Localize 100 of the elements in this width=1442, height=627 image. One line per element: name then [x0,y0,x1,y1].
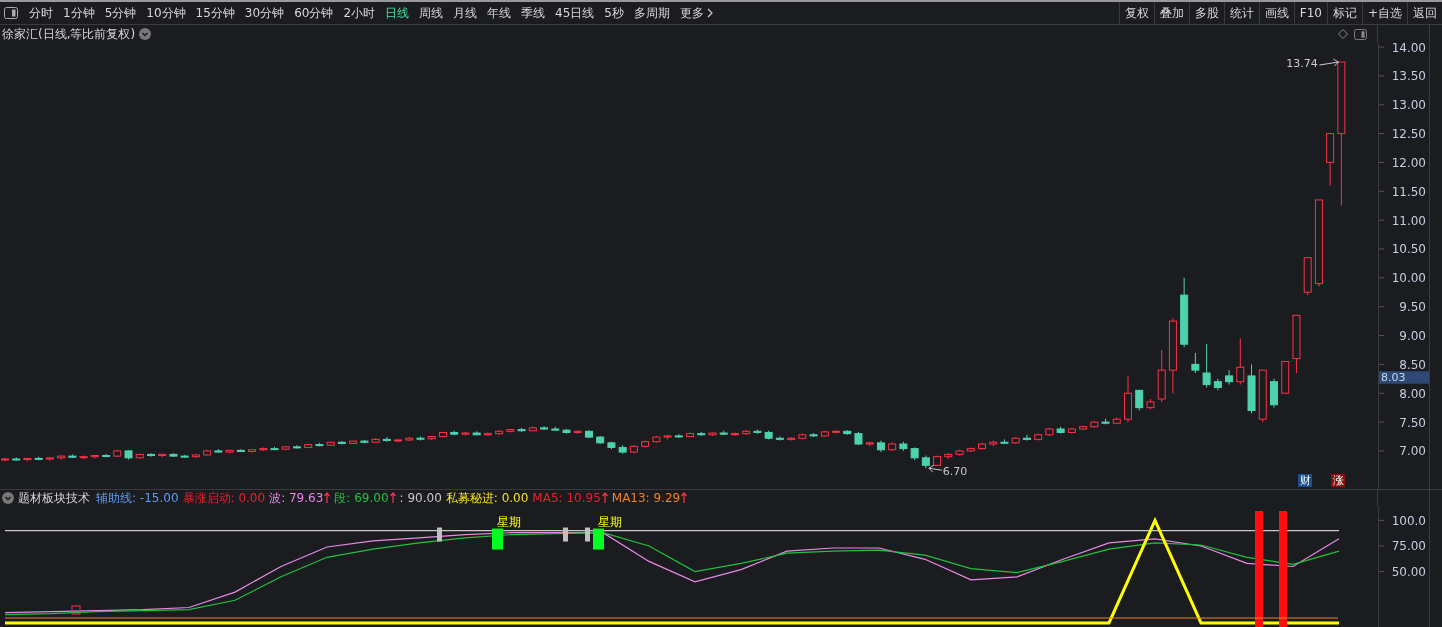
candlestick [742,429,751,436]
candlestick [113,449,122,458]
candlestick [854,431,863,446]
period-tab[interactable]: 2小时 [338,4,381,22]
candlestick [641,440,650,448]
low-price-label: 6.70 [942,465,968,479]
price-axis-label: 8.50 [1399,357,1426,372]
candlestick [483,431,492,437]
candlestick [180,454,189,459]
period-tab[interactable]: 5秒 [599,4,629,22]
period-tab[interactable]: 月线 [448,4,483,22]
candlestick [304,443,313,449]
period-tab[interactable]: 分时 [24,4,58,22]
candlestick [1056,426,1065,435]
period-tab[interactable]: 45日线 [550,4,600,22]
candlestick [933,455,942,467]
period-tab[interactable]: 年线 [482,4,517,22]
marker-badge[interactable]: 涨 [1331,474,1345,487]
period-tab[interactable]: 30分钟 [239,4,290,22]
candlestick [1090,420,1099,429]
candlestick [214,448,223,454]
current-price-tag: 8.03 [1379,371,1429,385]
candlestick [405,436,414,442]
candlestick [326,441,335,447]
candlestick [1202,343,1211,388]
dropdown-icon[interactable] [139,28,152,40]
candlestick [23,457,32,462]
candlestick [315,442,324,447]
candlestick [1281,361,1290,394]
indicator-value: : 90.00 [399,491,442,505]
candlestick [293,444,301,450]
indicator-value: 辅助线: -15.00 [96,489,179,507]
candlestick [1236,337,1245,386]
candlestick [427,435,436,441]
period-tab[interactable]: 周线 [414,4,449,22]
panel-toggle-icon[interactable] [4,7,18,19]
price-axis-label: 11.50 [1391,184,1426,199]
candlestick [798,433,807,440]
candlestick [517,427,526,433]
candlestick [147,452,155,458]
candlestick [832,429,840,435]
candlestick [1011,436,1020,445]
candlestick [697,431,706,437]
period-tab[interactable]: 60分钟 [289,4,339,22]
candlestick [191,453,200,459]
candlestick [1303,257,1312,296]
candlestick [989,440,998,447]
candlestick [573,429,582,435]
candlestick [270,446,279,451]
candlestick [1022,434,1031,442]
candlestick [730,431,739,437]
candlestick [45,456,54,462]
candlestick [203,449,212,457]
candlestick [1067,427,1076,435]
price-axis-label: 8.00 [1399,386,1426,401]
diamond-icon[interactable] [1338,29,1348,39]
candlestick [719,430,728,436]
panel-toggle-icon[interactable] [1354,28,1367,40]
candlestick [1112,416,1121,425]
candlestick [1292,314,1301,374]
candlestick [1124,375,1132,423]
indicator-value: 私募秘进: 0.00 [445,489,529,507]
candlestick [68,453,77,459]
candlestick [663,434,672,440]
candlestick [259,446,268,452]
candlestick [944,452,953,460]
candlestick [135,453,144,460]
period-tab[interactable]: 5分钟 [99,4,142,22]
candlestick [1000,438,1009,445]
period-tab[interactable]: 多周期 [628,4,675,22]
candlestick [674,433,683,439]
dropdown-icon[interactable] [2,492,14,504]
price-axis-label: 9.00 [1399,329,1426,344]
candlestick [461,431,470,436]
period-tab[interactable]: 15分钟 [190,4,240,22]
period-tab[interactable]: 10分钟 [141,4,191,22]
period-tab[interactable]: 日线 [380,4,415,22]
more-tab[interactable]: 更多 [674,4,709,22]
candlestick [90,454,99,459]
period-tab[interactable]: 1分钟 [58,4,100,22]
candlestick [1034,433,1043,442]
leader-arrow [928,464,943,473]
candlestick [12,456,21,462]
candlestick [1270,378,1278,409]
candlestick [966,446,975,453]
candlestick [382,436,391,443]
candlestick [1258,369,1267,423]
marker-badge[interactable]: 财 [1298,474,1312,487]
candlestick [1146,398,1155,410]
candlestick [1225,369,1234,386]
candlestick [281,445,290,451]
candlestick [787,436,796,442]
signal-label: 星期 [497,515,521,529]
candlestick [978,442,986,451]
period-tab[interactable]: 季线 [516,4,551,22]
candlestick [337,440,346,446]
indicator-value: 波: 79.63 [269,489,324,507]
candlestick [584,429,593,439]
candlestick [1157,349,1166,403]
candlestick [540,425,549,431]
